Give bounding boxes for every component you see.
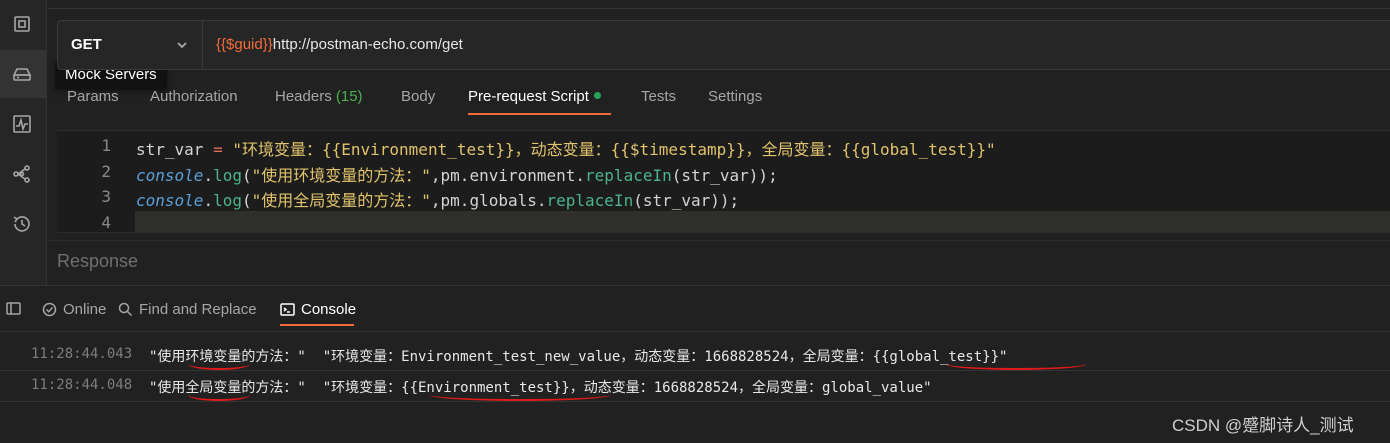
annotation-underline (945, 358, 1087, 370)
code-line-3: console.log("使用全局变量的方法：",pm.globals.repl… (136, 191, 740, 210)
tab-pre-request-script[interactable]: Pre-request Script (468, 88, 601, 105)
history-icon[interactable] (10, 212, 34, 236)
console-icon (280, 303, 295, 316)
log-divider (0, 401, 1390, 402)
tab-authorization[interactable]: Authorization (150, 88, 238, 105)
console-tab-indicator (280, 324, 354, 326)
current-line-highlight (135, 211, 1390, 232)
line-number: 2 (101, 162, 111, 181)
log-message: "使用环境变量的方法：" "环境变量：Environment_test_new_… (149, 349, 1008, 365)
active-tab-indicator (468, 113, 611, 115)
url-text: http://postman-echo.com/get (272, 36, 463, 53)
headers-count: (15) (335, 88, 363, 105)
check-circle-icon (42, 302, 57, 317)
line-number: 1 (101, 136, 111, 155)
tab-params[interactable]: Params (67, 88, 119, 105)
left-sidebar (0, 0, 47, 285)
code-line-1: str_var = "环境变量：{{Environment_test}}，动态变… (136, 140, 996, 159)
watermark: CSDN @蹙脚诗人_测试 (1172, 416, 1354, 435)
mock-server-icon[interactable] (10, 62, 34, 86)
log-timestamp: 11:28:44.043 (31, 346, 133, 362)
console-divider (0, 285, 1390, 286)
monitor-icon[interactable] (10, 112, 34, 136)
top-divider (46, 0, 1390, 9)
tab-settings[interactable]: Settings (708, 88, 762, 105)
flows-icon[interactable] (10, 162, 34, 186)
url-variable: {{$guid}} (216, 36, 273, 53)
tab-tests[interactable]: Tests (641, 88, 676, 105)
console-tab[interactable]: Console (280, 301, 356, 318)
api-icon[interactable] (10, 12, 34, 36)
online-status[interactable]: Online (42, 301, 106, 318)
response-divider (46, 240, 1390, 241)
response-label: Response (57, 251, 139, 271)
log-timestamp: 11:28:44.048 (31, 377, 133, 393)
search-icon (118, 302, 133, 317)
tab-headers[interactable]: Headers (15) (275, 88, 363, 105)
script-editor[interactable]: 1 2 3 4 str_var = "环境变量：{{Environment_te… (57, 130, 1390, 233)
annotation-underline (188, 358, 250, 370)
console-header-divider (0, 331, 1390, 332)
line-number: 4 (101, 213, 111, 232)
annotation-underline (430, 389, 610, 401)
sidebar-toggle-icon (6, 302, 21, 315)
line-number: 3 (101, 187, 111, 206)
method-select[interactable]: GET (58, 21, 203, 69)
code-line-2: console.log("使用环境变量的方法：",pm.environment.… (136, 166, 778, 185)
find-and-replace-button[interactable]: Find and Replace (118, 301, 257, 318)
request-url-bar: GET {{$guid}}http://postman-echo.com/get (57, 20, 1390, 70)
method-label: GET (71, 36, 102, 53)
url-input[interactable]: {{$guid}}http://postman-echo.com/get (216, 36, 463, 53)
annotation-underline (188, 389, 250, 401)
tab-body[interactable]: Body (401, 88, 435, 105)
chevron-down-icon (177, 42, 187, 49)
script-active-dot (593, 92, 601, 99)
toggle-sidebar-button[interactable] (6, 301, 21, 316)
